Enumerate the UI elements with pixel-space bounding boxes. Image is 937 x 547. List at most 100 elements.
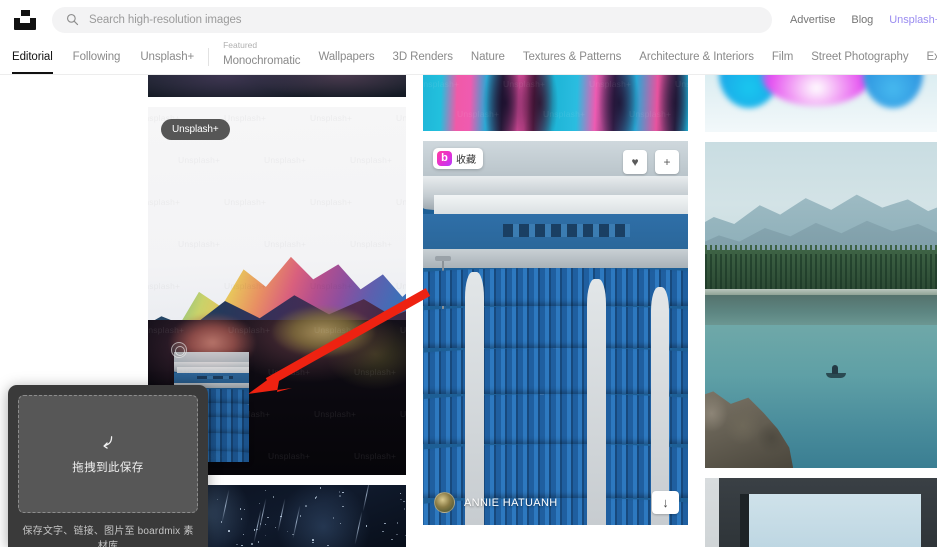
photo-card-window-frame[interactable] [705, 478, 937, 547]
search-icon [66, 13, 79, 26]
stadium-photo [423, 141, 688, 525]
search-bar[interactable] [52, 7, 772, 33]
star [396, 534, 398, 536]
star [265, 490, 267, 492]
nav-category-film[interactable]: Film [772, 39, 793, 74]
star [312, 539, 314, 541]
nav-tab-editorial[interactable]: Editorial [12, 39, 53, 74]
nav-category-experimental[interactable]: Experimental [926, 39, 937, 74]
star [320, 487, 322, 489]
star [327, 545, 329, 547]
light-streak [222, 489, 230, 522]
nav-category-architecture-interiors[interactable]: Architecture & Interiors [639, 39, 754, 74]
star [241, 545, 243, 547]
nav-primary-group: Editorial Following Unsplash+ [0, 39, 194, 74]
boardmix-save-label: 收藏 [456, 151, 476, 166]
star [300, 515, 302, 517]
like-button[interactable]: ♥ [623, 150, 647, 174]
light-streak [292, 505, 300, 538]
star [384, 523, 386, 525]
star [397, 522, 399, 524]
site-header: Advertise Blog Unsplash+ [0, 0, 937, 39]
search-input[interactable] [89, 14, 689, 26]
star [403, 501, 405, 503]
star [267, 517, 269, 519]
star [340, 523, 342, 525]
category-nav: Editorial Following Unsplash+ Featured M… [0, 39, 937, 75]
star [273, 496, 275, 498]
star [405, 535, 406, 537]
star [265, 524, 267, 526]
drop-panel-footer-text: 保存文字、链接、图片至 boardmix 素材库 [18, 522, 198, 547]
lake-mountain-photo [705, 142, 937, 468]
photo-card-dark-gradient[interactable] [148, 75, 406, 97]
star [339, 495, 341, 497]
star [342, 492, 344, 494]
star [305, 505, 307, 507]
gallery-column-right [705, 75, 937, 547]
star [259, 503, 261, 505]
stadium-seat-row [423, 268, 688, 306]
star [236, 544, 238, 546]
curved-arrow-icon [99, 434, 117, 452]
nav-category-monochromatic[interactable]: Monochromatic [223, 44, 300, 76]
unsplash-plus-badge[interactable]: Unsplash+ [161, 119, 230, 140]
nav-tab-following[interactable]: Following [73, 39, 121, 74]
star [228, 530, 230, 532]
drop-zone-label: 拖拽到此保存 [72, 459, 143, 475]
boardmix-drop-panel[interactable]: 拖拽到此保存 保存文字、链接、图片至 boardmix 素材库 [8, 385, 208, 547]
nav-category-textures-patterns[interactable]: Textures & Patterns [523, 39, 621, 74]
star [287, 531, 289, 533]
stadium-seat-row [423, 306, 688, 348]
star [316, 496, 318, 498]
photographer-attribution[interactable]: ANNIE HATUANH [434, 492, 558, 513]
star [275, 527, 277, 529]
boardmix-logo-icon [437, 151, 452, 166]
nav-category-wallpapers[interactable]: Wallpapers [318, 39, 374, 74]
blog-link[interactable]: Blog [851, 14, 873, 26]
stadium-aisle [465, 272, 484, 525]
nav-category-3d-renders[interactable]: 3D Renders [393, 39, 453, 74]
dark-gradient-photo [148, 75, 406, 97]
unsplash-logo[interactable] [12, 7, 38, 33]
star [251, 543, 253, 545]
add-to-collection-button[interactable]: + [655, 150, 679, 174]
star [339, 491, 341, 493]
star [400, 499, 402, 501]
star [342, 506, 344, 508]
header-links: Advertise Blog Unsplash+ [790, 8, 937, 32]
nav-featured-wrap: Featured Monochromatic [223, 39, 300, 74]
star [240, 508, 242, 510]
window-frame-photo [705, 478, 937, 547]
nav-category-nature[interactable]: Nature [471, 39, 505, 74]
light-streak [354, 511, 362, 544]
unsplash-plus-link[interactable]: Unsplash+ [889, 14, 937, 26]
avatar[interactable] [434, 492, 455, 513]
star [312, 542, 314, 544]
stadium-seat-row [423, 394, 688, 444]
download-button[interactable]: ↓ [652, 491, 679, 514]
photo-card-stadium[interactable]: 收藏 ♥ + ANNIE HATUANH ↓ [423, 141, 688, 525]
light-streak [362, 485, 370, 511]
drag-cursor-icon [171, 342, 187, 358]
stadium-aisle [651, 287, 670, 525]
drop-zone[interactable]: 拖拽到此保存 [18, 395, 198, 513]
advertise-link[interactable]: Advertise [790, 14, 835, 26]
photo-card-neon-leaves[interactable]: Unsplash+Unsplash+Unsplash+Unsplash+Unsp… [423, 75, 688, 131]
nav-category-street-photography[interactable]: Street Photography [811, 39, 908, 74]
photo-action-buttons: ♥ + [623, 150, 679, 174]
stadium-seat-row [423, 348, 688, 394]
nav-tab-unsplash-plus[interactable]: Unsplash+ [140, 39, 194, 74]
photographer-name: ANNIE HATUANH [464, 497, 558, 509]
abstract-gradient-photo [705, 75, 937, 132]
star [333, 517, 335, 519]
photo-card-abstract-gradient[interactable] [705, 75, 937, 132]
photo-card-lake-mountain[interactable] [705, 142, 937, 468]
star [243, 534, 245, 536]
screenshot-root: Advertise Blog Unsplash+ Editorial Follo… [0, 0, 937, 547]
star [404, 508, 406, 510]
stadium-seat-row [423, 444, 688, 498]
boardmix-save-badge[interactable]: 收藏 [433, 148, 483, 169]
star [391, 539, 393, 541]
nav-divider [208, 48, 209, 66]
